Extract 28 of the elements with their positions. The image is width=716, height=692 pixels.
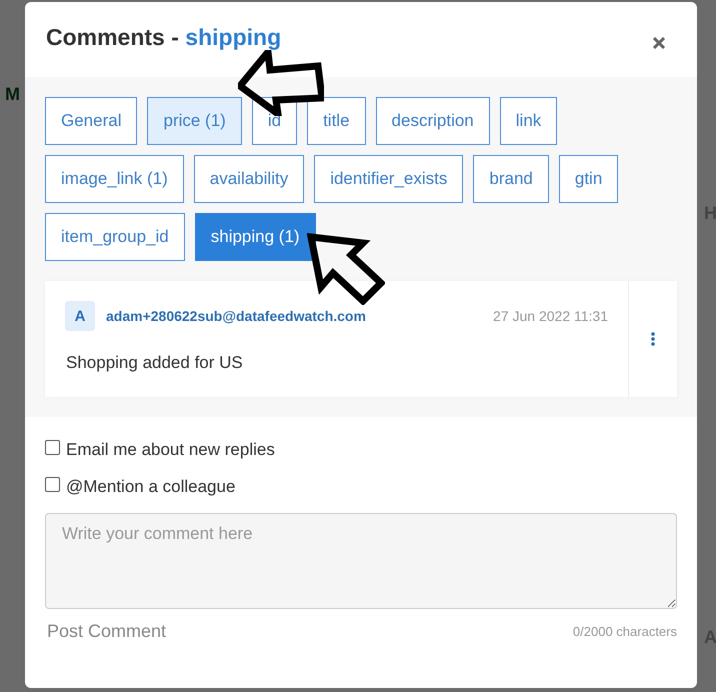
more-icon [651,332,655,346]
comment-author: adam+280622sub@datafeedwatch.com [106,308,367,324]
field-tab[interactable]: brand [473,155,549,203]
character-count: 0/2000 characters [572,624,677,639]
background-text: M [5,84,20,105]
field-tab[interactable]: gtin [558,155,618,203]
comment-text: Shopping added for US [66,353,244,373]
avatar: A [65,301,95,331]
field-tab[interactable]: price (1) [147,97,242,145]
field-tab[interactable]: shipping (1) [194,213,316,261]
field-tab[interactable]: General [45,97,138,145]
comment-field[interactable]: Write your comment here [45,513,677,609]
checkbox-label: Email me about new replies [66,440,275,460]
field-tab[interactable]: link [500,97,558,145]
checkbox-label: @Mention a colleague [66,476,236,496]
checkbox[interactable] [45,440,60,454]
arrow-icon [307,233,385,305]
field-tab[interactable]: description [376,97,490,145]
comment-date: 27 Jun 2022 11:31 [493,308,608,324]
field-tab[interactable]: item_group_id [45,213,185,261]
field-tab[interactable]: title [307,97,366,145]
dialog-title: Comments - shipping [46,24,282,51]
field-tab[interactable]: availability [194,155,304,203]
post-comment-button[interactable]: Post Comment [45,621,168,642]
checkbox[interactable] [45,476,60,492]
field-tab[interactable]: identifier_exists [314,155,464,203]
field-tab[interactable]: image_link (1) [45,155,184,203]
close-icon [653,36,665,48]
